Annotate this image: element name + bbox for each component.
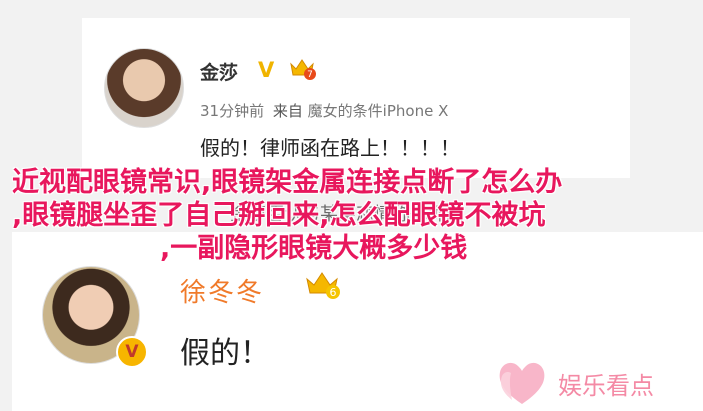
verified-v-icon: V (116, 336, 148, 368)
watermark: 娱乐看点 (494, 354, 703, 410)
post-content: 假的！ (180, 336, 270, 371)
source-prefix: 来自 (272, 102, 303, 120)
post-content: 假的！律师函在路上！！！！ (200, 136, 460, 160)
weibo-post-jinsha: 金莎 V 7 31分钟前 来自 魔女的条件iPhone X 假的！律师函在路上！… (82, 18, 630, 178)
crown-level-icon: 6 (306, 272, 340, 299)
post-time: 31分钟前 (200, 102, 265, 120)
overlay-title-line-3: ,一副隐形眼镜大概多少钱 (160, 233, 468, 264)
crown-level-number: 7 (307, 70, 313, 80)
avatar[interactable] (104, 48, 184, 128)
username[interactable]: 金莎 (200, 58, 238, 85)
heart-icon (499, 362, 545, 404)
crown-level-icon: 7 (290, 59, 316, 80)
watermark-text: 娱乐看点 (558, 372, 654, 400)
username[interactable]: 徐冬冬 (180, 272, 264, 309)
crown-level-number: 6 (330, 286, 337, 299)
post-meta: 31分钟前 来自 魔女的条件iPhone X (200, 100, 448, 121)
post-source[interactable]: 魔女的条件iPhone X (308, 102, 449, 120)
screenshot-canvas: 金莎 V 7 31分钟前 来自 魔女的条件iPhone X 假的！律师函在路上！… (0, 0, 703, 411)
verified-v-icon: V (258, 58, 275, 82)
